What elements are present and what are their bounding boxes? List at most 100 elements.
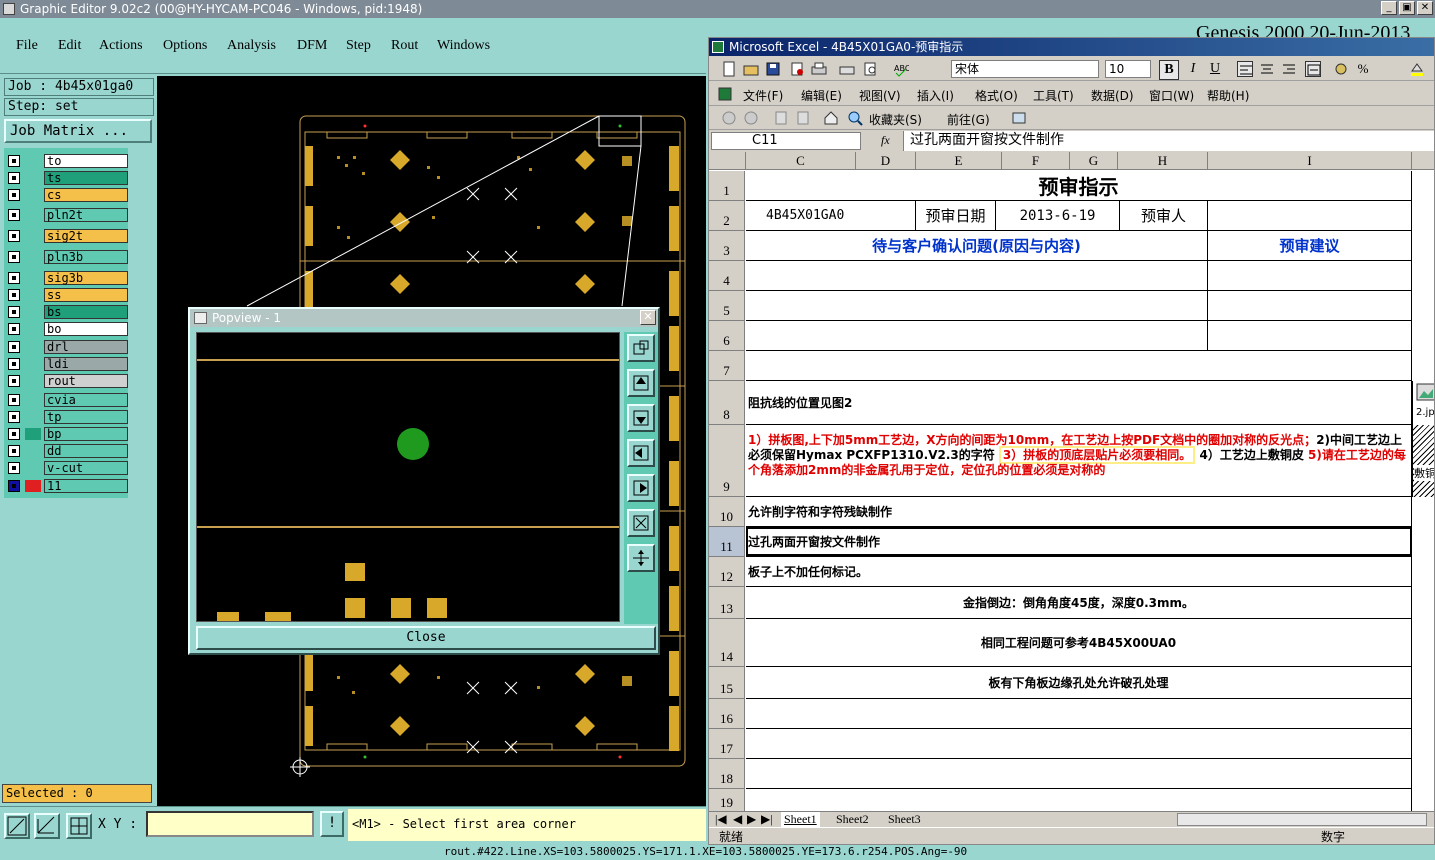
merge-center-icon[interactable] [1305,61,1321,77]
layer-checkbox[interactable] [8,445,20,457]
layer-row-v-cut[interactable]: v-cut [8,461,128,475]
row-header[interactable]: 10 [709,497,745,527]
menu-dfm[interactable]: DFM [297,38,327,54]
row-header[interactable]: 3 [709,231,745,261]
column-header[interactable]: G [1070,152,1118,170]
fx-icon[interactable]: fx [881,133,890,148]
pan-up-icon[interactable] [627,369,655,397]
layer-checkbox[interactable] [8,230,20,242]
layer-checkbox[interactable] [8,189,20,201]
zoom-area-icon[interactable] [4,813,30,839]
align-center-icon[interactable] [1259,61,1275,77]
row-header[interactable]: 6 [709,321,745,351]
show-web-toolbar-icon[interactable] [1011,110,1027,126]
layer-name[interactable]: rout [44,374,128,388]
layer-checkbox[interactable] [8,462,20,474]
minimize-button[interactable]: _ [1381,1,1397,15]
layer-row-bo[interactable]: bo [8,322,128,336]
layer-checkbox[interactable] [8,155,20,167]
row-header[interactable]: 5 [709,291,745,321]
row-header[interactable]: 2 [709,201,745,231]
row-header[interactable]: 15 [709,667,745,699]
layer-affected-box[interactable] [25,209,41,221]
font-name-select[interactable]: 宋体 [951,60,1099,78]
layer-checkbox[interactable] [8,323,20,335]
question-header-cell[interactable]: 待与客户确认问题(原因与内容) [746,231,1208,260]
layer-checkbox[interactable] [8,358,20,370]
refresh-icon[interactable] [795,110,811,126]
stop-icon[interactable] [773,110,789,126]
sheet-tab-1[interactable]: Sheet1 [781,812,820,827]
layer-name[interactable]: drl [44,340,128,354]
note-cell[interactable]: 板子上不加任何标记。 [746,557,1412,586]
layer-name[interactable]: sig2t [44,229,128,243]
row-header[interactable]: 16 [709,699,745,729]
layer-affected-box[interactable] [25,341,41,353]
layer-name[interactable]: v-cut [44,461,128,475]
layer-checkbox[interactable] [8,428,20,440]
layer-affected-box[interactable] [25,358,41,370]
impedance-note-cell[interactable]: 阻抗线的位置见图2 [746,381,1412,424]
layer-checkbox[interactable] [8,411,20,423]
xl-menu-edit[interactable]: 编辑(E) [801,87,842,104]
date-label-cell[interactable]: 预审日期 [916,201,996,230]
layer-affected-box[interactable] [25,272,41,284]
hatched-shape[interactable]: 敷铜 [1412,425,1434,497]
formula-input[interactable]: 过孔两面开窗按文件制作 [903,131,1434,151]
job-matrix-button[interactable]: Job Matrix ... [4,119,152,143]
menu-step[interactable]: Step [346,38,371,54]
layer-name[interactable]: ts [44,171,128,185]
layer-name[interactable]: ss [44,288,128,302]
note-cell[interactable]: 相同工程问题可参考4B45X00UA0 [746,619,1412,666]
column-header[interactable]: I [1208,152,1412,170]
xl-menu-insert[interactable]: 插入(I) [917,87,954,104]
font-size-select[interactable]: 10 [1105,60,1151,78]
layer-name[interactable]: dd [44,444,128,458]
new-file-icon[interactable] [721,61,737,77]
layer-affected-box[interactable] [25,375,41,387]
menu-file[interactable]: File [16,38,38,54]
layer-checkbox[interactable] [8,209,20,221]
layer-row-to[interactable]: to [8,154,128,168]
layer-name[interactable]: bo [44,322,128,336]
layer-affected-box[interactable] [25,306,41,318]
suggestion-header-cell[interactable]: 预审建议 [1208,231,1412,260]
xl-menu-data[interactable]: 数据(D) [1091,87,1134,104]
last-sheet-icon[interactable]: ▶| [761,812,773,827]
menu-rout[interactable]: Rout [391,38,418,54]
layer-affected-box[interactable] [25,394,41,406]
empty-cell[interactable] [746,759,1412,788]
print-icon[interactable] [811,61,827,77]
xl-menu-help[interactable]: 帮助(H) [1207,87,1249,104]
menu-options[interactable]: Options [163,38,207,54]
empty-cell[interactable] [746,699,1412,728]
close-button[interactable]: ✕ [1417,1,1433,15]
align-left-icon[interactable] [1237,61,1253,77]
column-header[interactable]: H [1118,152,1208,170]
layer-name[interactable]: ldi [44,357,128,371]
xl-menu-window[interactable]: 窗口(W) [1149,87,1194,104]
layer-row-cvia[interactable]: cvia [8,393,128,407]
bold-button[interactable]: B [1159,60,1179,80]
layer-name[interactable]: tp [44,410,128,424]
layer-row-pln3b[interactable]: pln3b [8,250,128,264]
layer-row-sig2t[interactable]: sig2t [8,229,128,243]
measure-icon[interactable] [34,813,60,839]
layer-row-bs[interactable]: bs [8,305,128,319]
popview-close-icon[interactable]: ✕ [640,310,656,325]
menu-actions[interactable]: Actions [99,38,143,54]
layer-row-pln2t[interactable]: pln2t [8,208,128,222]
layer-affected-box[interactable] [25,251,41,263]
layer-row-11[interactable]: 11 [8,479,128,493]
currency-icon[interactable] [1333,61,1349,77]
active-cell[interactable]: 过孔两面开窗按文件制作 [746,527,1412,556]
save-icon[interactable] [765,61,781,77]
home-icon[interactable] [823,110,839,126]
layer-row-sig3b[interactable]: sig3b [8,271,128,285]
message-button[interactable]: ! [320,811,344,837]
row-header[interactable]: 13 [709,587,745,619]
pan-left-icon[interactable] [627,439,655,467]
job-number-cell[interactable]: 4B45X01GA0 [746,201,916,230]
image-thumbnail[interactable]: 2.jpg [1412,381,1434,425]
empty-cell[interactable] [746,789,1412,812]
